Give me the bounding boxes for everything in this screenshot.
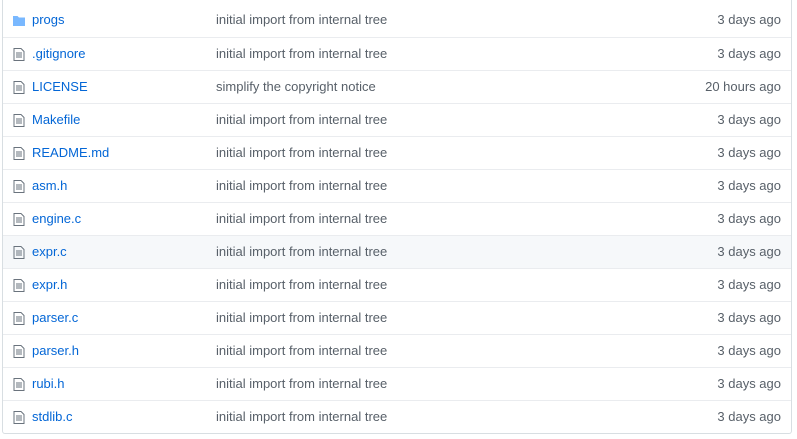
commit-message-link[interactable]: initial import from internal tree — [216, 277, 387, 292]
commit-age: 3 days ago — [717, 376, 781, 391]
table-row[interactable]: asm.h initial import from internal tree … — [3, 169, 791, 202]
file-icon — [13, 114, 25, 127]
file-name-link[interactable]: stdlib.c — [32, 409, 72, 424]
commit-age: 3 days ago — [717, 178, 781, 193]
commit-message-link[interactable]: initial import from internal tree — [216, 12, 387, 27]
table-row[interactable]: Makefile initial import from internal tr… — [3, 103, 791, 136]
commit-age: 3 days ago — [717, 343, 781, 358]
commit-age: 3 days ago — [717, 409, 781, 424]
table-row[interactable]: README.md initial import from internal t… — [3, 136, 791, 169]
commit-message-link[interactable]: initial import from internal tree — [216, 376, 387, 391]
commit-age: 20 hours ago — [705, 79, 781, 94]
file-name-link[interactable]: asm.h — [32, 178, 67, 193]
file-name-link[interactable]: .gitignore — [32, 46, 85, 61]
table-row[interactable]: expr.c initial import from internal tree… — [3, 235, 791, 268]
commit-age: 3 days ago — [717, 310, 781, 325]
file-icon — [13, 81, 25, 94]
commit-age: 3 days ago — [717, 145, 781, 160]
commit-message-link[interactable]: initial import from internal tree — [216, 178, 387, 193]
file-name-link[interactable]: expr.h — [32, 277, 67, 292]
table-row[interactable]: parser.c initial import from internal tr… — [3, 301, 791, 334]
commit-message-link[interactable]: initial import from internal tree — [216, 46, 387, 61]
file-name-link[interactable]: parser.h — [32, 343, 79, 358]
commit-message-link[interactable]: initial import from internal tree — [216, 244, 387, 259]
commit-message-link[interactable]: initial import from internal tree — [216, 112, 387, 127]
file-icon — [13, 246, 25, 259]
table-row[interactable]: parser.h initial import from internal tr… — [3, 334, 791, 367]
file-name-link[interactable]: engine.c — [32, 211, 81, 226]
commit-age: 3 days ago — [717, 277, 781, 292]
commit-message-link[interactable]: initial import from internal tree — [216, 145, 387, 160]
commit-age: 3 days ago — [717, 244, 781, 259]
file-name-link[interactable]: parser.c — [32, 310, 78, 325]
file-icon — [13, 180, 25, 193]
file-icon — [13, 147, 25, 160]
file-icon — [13, 312, 25, 325]
table-row[interactable]: engine.c initial import from internal tr… — [3, 202, 791, 235]
file-icon — [13, 345, 25, 358]
commit-age: 3 days ago — [717, 211, 781, 226]
file-name-link[interactable]: expr.c — [32, 244, 67, 259]
file-list-table: progs initial import from internal tree … — [2, 0, 792, 434]
file-name-link[interactable]: progs — [32, 12, 65, 27]
table-row[interactable]: LICENSE simplify the copyright notice 20… — [3, 70, 791, 103]
commit-message-link[interactable]: simplify the copyright notice — [216, 79, 376, 94]
commit-message-link[interactable]: initial import from internal tree — [216, 409, 387, 424]
commit-message-link[interactable]: initial import from internal tree — [216, 343, 387, 358]
table-row[interactable]: stdlib.c initial import from internal tr… — [3, 400, 791, 433]
commit-message-link[interactable]: initial import from internal tree — [216, 211, 387, 226]
commit-age: 3 days ago — [717, 46, 781, 61]
table-row[interactable]: progs initial import from internal tree … — [3, 4, 791, 37]
file-icon — [13, 279, 25, 292]
file-name-link[interactable]: rubi.h — [32, 376, 65, 391]
table-row[interactable]: .gitignore initial import from internal … — [3, 37, 791, 70]
file-icon — [13, 411, 25, 424]
file-name-link[interactable]: LICENSE — [32, 79, 88, 94]
file-icon — [13, 213, 25, 226]
file-name-link[interactable]: Makefile — [32, 112, 80, 127]
folder-icon — [13, 16, 25, 26]
file-name-link[interactable]: README.md — [32, 145, 109, 160]
commit-age: 3 days ago — [717, 112, 781, 127]
commit-message-link[interactable]: initial import from internal tree — [216, 310, 387, 325]
table-row[interactable]: rubi.h initial import from internal tree… — [3, 367, 791, 400]
file-icon — [13, 378, 25, 391]
table-row[interactable]: expr.h initial import from internal tree… — [3, 268, 791, 301]
commit-age: 3 days ago — [717, 12, 781, 27]
file-icon — [13, 48, 25, 61]
